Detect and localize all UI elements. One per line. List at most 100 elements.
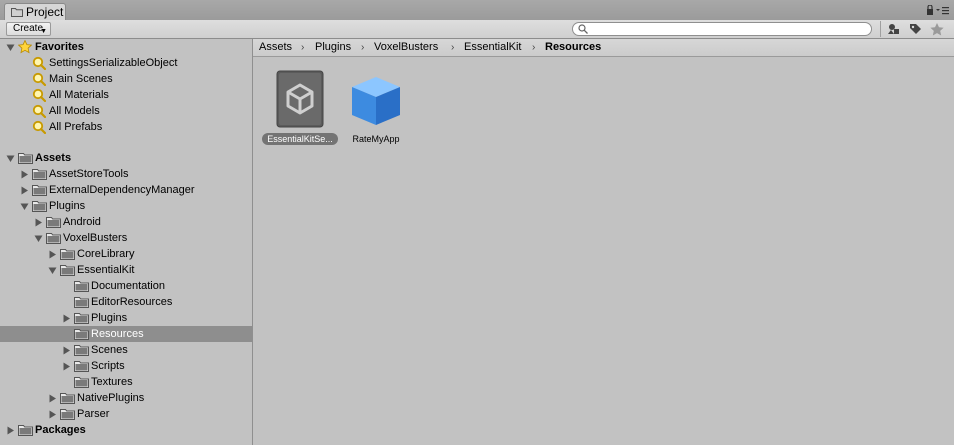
asset-grid: EssentialKitSe... RateMyApp — [253, 57, 954, 445]
favorite-item[interactable]: All Models — [0, 103, 252, 119]
tree-item-textures[interactable]: Textures — [0, 374, 252, 390]
tree-item-packages[interactable]: Packages — [0, 422, 252, 438]
chevron-right-icon: › — [361, 42, 365, 53]
folder-icon — [32, 200, 47, 212]
collapsed-arrow-icon[interactable] — [6, 426, 15, 435]
breadcrumb-item[interactable]: Plugins — [315, 39, 351, 56]
collapsed-arrow-icon[interactable] — [48, 410, 57, 419]
tree-item-nativeplugins[interactable]: NativePlugins — [0, 390, 252, 406]
window-menu-icon[interactable] — [926, 5, 950, 16]
tree-item-label: ExternalDependencyManager — [49, 184, 195, 196]
folder-icon — [60, 408, 75, 420]
breadcrumb-item[interactable]: EssentialKit — [464, 39, 521, 56]
tree-item-scripts[interactable]: Scripts — [0, 358, 252, 374]
tree-item-label: Android — [63, 216, 101, 228]
asset-item[interactable]: RateMyApp — [336, 57, 416, 147]
folder-icon — [74, 328, 89, 340]
collapsed-arrow-icon[interactable] — [62, 362, 71, 371]
breadcrumb-item[interactable]: VoxelBusters — [374, 39, 438, 56]
favorite-item-label: Main Scenes — [49, 73, 113, 85]
folder-tree-pane: Favorites SettingsSerializableObject Mai… — [0, 39, 253, 445]
tree-item-label: EditorResources — [91, 296, 173, 308]
favorite-item[interactable]: Main Scenes — [0, 71, 252, 87]
expand-arrow-icon[interactable] — [34, 234, 43, 243]
star-icon — [18, 40, 32, 54]
folder-icon — [60, 248, 75, 260]
tree-item-essentialkit-plugins[interactable]: Plugins — [0, 310, 252, 326]
tree-item-android[interactable]: Android — [0, 214, 252, 230]
favorite-item[interactable]: SettingsSerializableObject — [0, 55, 252, 71]
expand-arrow-icon[interactable] — [48, 266, 57, 275]
breadcrumb-current[interactable]: Resources — [545, 39, 601, 56]
favorite-item[interactable]: All Materials — [0, 87, 252, 103]
chevron-right-icon: › — [451, 42, 455, 53]
asset-name: EssentialKitSe... — [262, 133, 338, 145]
collapsed-arrow-icon[interactable] — [62, 314, 71, 323]
tree-item-essentialkit[interactable]: EssentialKit — [0, 262, 252, 278]
favorites-label: Favorites — [35, 41, 84, 53]
favorite-item-label: All Materials — [49, 89, 109, 101]
scene-filter-icon[interactable] — [884, 21, 904, 37]
chevron-right-icon: › — [532, 42, 536, 53]
search-input[interactable] — [572, 22, 872, 36]
tab-bar: Project — [0, 0, 954, 21]
tree-item-label: Textures — [91, 376, 133, 388]
dropdown-caret-icon: ▼ — [40, 28, 47, 35]
tree-item-label: Plugins — [91, 312, 128, 324]
tree-item-editorresources[interactable]: EditorResources — [0, 294, 252, 310]
tab-project[interactable]: Project — [4, 3, 66, 20]
folder-icon — [74, 344, 89, 356]
tree-item-scenes[interactable]: Scenes — [0, 342, 252, 358]
star-filter-icon[interactable] — [927, 21, 947, 37]
tree-item-label: Packages — [35, 424, 86, 436]
saved-search-icon — [32, 104, 46, 118]
project-toolbar: Create ▼ — [0, 20, 954, 39]
collapsed-arrow-icon[interactable] — [34, 218, 43, 227]
tree-item-label: Parser — [77, 408, 110, 420]
tree-item-resources[interactable]: Resources — [0, 326, 252, 342]
expand-arrow-icon[interactable] — [20, 202, 29, 211]
label-filter-icon[interactable] — [905, 21, 925, 37]
tree-item-label: Plugins — [49, 200, 86, 212]
folder-icon — [74, 376, 89, 388]
create-button[interactable]: Create ▼ — [6, 22, 51, 36]
collapsed-arrow-icon[interactable] — [48, 394, 57, 403]
tree-item-label: NativePlugins — [77, 392, 145, 404]
tree-item-assets[interactable]: Assets — [0, 150, 252, 166]
create-label: Create — [13, 23, 44, 34]
collapsed-arrow-icon[interactable] — [20, 186, 29, 195]
saved-search-icon — [32, 56, 46, 70]
folder-icon — [18, 152, 33, 164]
tree-item-plugins[interactable]: Plugins — [0, 198, 252, 214]
tree-item-parser[interactable]: Parser — [0, 406, 252, 422]
tab-label: Project — [26, 5, 64, 19]
tree-item-label: Scripts — [91, 360, 125, 372]
saved-search-icon — [32, 72, 46, 86]
folder-icon — [74, 312, 89, 324]
folder-icon — [46, 216, 61, 228]
tree-item-corelibrary[interactable]: CoreLibrary — [0, 246, 252, 262]
asset-item[interactable]: EssentialKitSe... — [260, 57, 340, 147]
asset-name: RateMyApp — [352, 134, 400, 144]
tree-item-documentation[interactable]: Documentation — [0, 278, 252, 294]
collapsed-arrow-icon[interactable] — [48, 250, 57, 259]
expand-arrow-icon[interactable] — [6, 154, 15, 163]
favorite-item[interactable]: All Prefabs — [0, 119, 252, 135]
tree-item-label: AssetStoreTools — [49, 168, 129, 180]
favorite-item-label: All Prefabs — [49, 121, 103, 133]
search-icon — [578, 24, 588, 34]
breadcrumb-item[interactable]: Assets — [259, 39, 292, 56]
tree-item-label: Resources — [91, 328, 144, 340]
folder-icon — [32, 184, 47, 196]
tree-item-label: Assets — [35, 152, 72, 164]
folder-icon — [60, 392, 75, 404]
tree-item-assetstoretools[interactable]: AssetStoreTools — [0, 166, 252, 182]
unity-logo-icon — [276, 70, 324, 128]
tree-item-voxelbusters[interactable]: VoxelBusters — [0, 230, 252, 246]
expand-arrow-icon[interactable] — [6, 43, 15, 52]
tree-item-label: CoreLibrary — [77, 248, 135, 260]
collapsed-arrow-icon[interactable] — [62, 346, 71, 355]
collapsed-arrow-icon[interactable] — [20, 170, 29, 179]
tree-item-externaldependencymanager[interactable]: ExternalDependencyManager — [0, 182, 252, 198]
tree-item-favorites[interactable]: Favorites — [0, 39, 252, 55]
